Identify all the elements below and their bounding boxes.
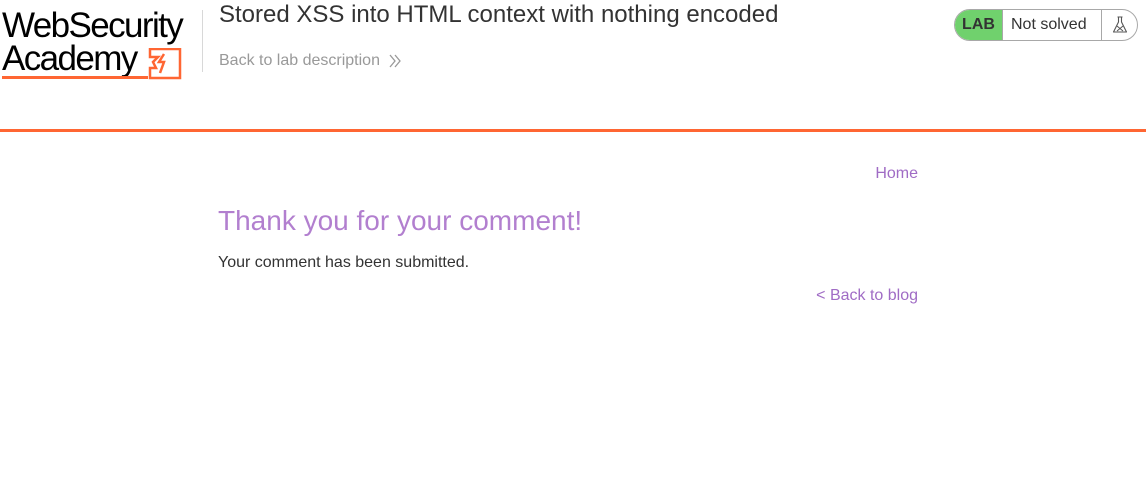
logo-underline [2,76,148,79]
web-security-academy-logo[interactable]: WebSecurity Academy [0,6,200,82]
header-divider [202,10,203,72]
lab-badge: LAB [955,10,1003,40]
lab-status-text: Not solved [1011,16,1087,33]
back-link-label: Back to lab description [219,52,380,69]
flask-icon [1101,10,1137,40]
lab-title: Stored XSS into HTML context with nothin… [219,1,779,28]
page-title: Thank you for your comment! [218,205,583,236]
confirmation-message: Your comment has been submitted. [218,254,470,271]
back-to-lab-description-link[interactable]: Back to lab description [219,51,401,71]
back-to-blog-link[interactable]: < Back to blog [816,286,918,306]
home-link[interactable]: Home [875,164,918,184]
logo-mark-icon [148,48,182,80]
header: WebSecurity Academy Stored XSS into HTML… [0,0,1146,129]
double-chevron-right-icon [389,54,401,68]
logo-text-line2: Academy [2,39,138,78]
lab-status-widget: LAB Not solved [954,9,1138,41]
header-orange-rule [0,129,1146,132]
